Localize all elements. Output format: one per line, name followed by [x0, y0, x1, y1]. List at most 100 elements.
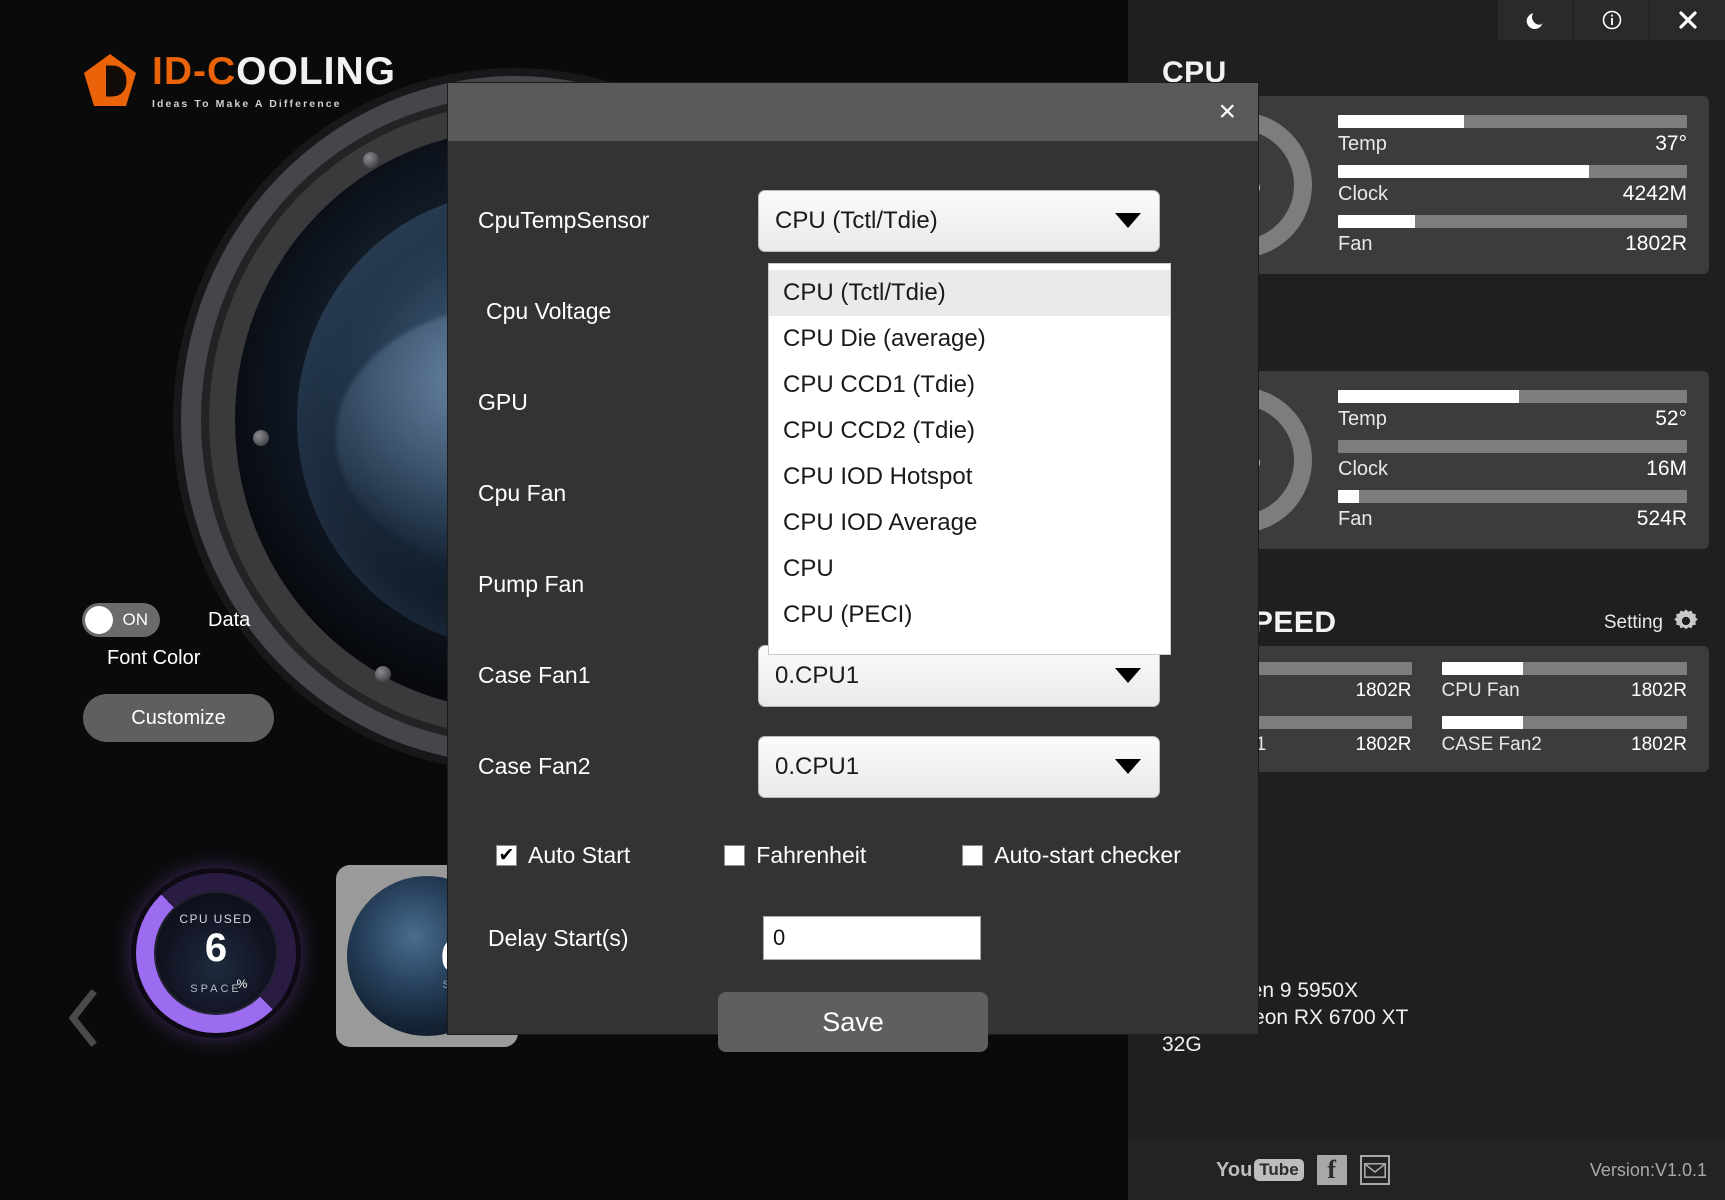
- data-label: Data: [208, 609, 250, 632]
- dropdown-option[interactable]: CPU Die (average): [769, 316, 1170, 362]
- gpu-metrics: Temp52° Clock16M Fan524R: [1338, 390, 1687, 531]
- toggle-state-label: ON: [123, 610, 149, 630]
- footer-bar: You Tube f Version:V1.0.1: [1128, 1140, 1725, 1200]
- case-fan2-label: Case Fan2: [478, 753, 758, 780]
- cpu-temp-sensor-dropdown[interactable]: CPU (Tctl/Tdie) CPU Die (average) CPU CC…: [768, 263, 1171, 655]
- case-fan1-label: Case Fan1: [478, 662, 758, 689]
- dropdown-option[interactable]: CPU: [769, 546, 1170, 592]
- case-fan2-select[interactable]: 0.CPU1: [758, 736, 1160, 798]
- email-icon[interactable]: [1360, 1155, 1390, 1185]
- cpu-metric-temp: Temp 37°: [1338, 115, 1687, 156]
- gpu-label: GPU: [478, 389, 758, 416]
- cpu-temp-value: 37°: [1655, 132, 1687, 156]
- youtube-you-text: You: [1216, 1159, 1252, 1182]
- gpu-clock-bar: [1338, 440, 1687, 453]
- dropdown-option[interactable]: CPU IOD Average: [769, 500, 1170, 546]
- gauge-unit: %: [237, 977, 248, 991]
- brand-wordmark-part3: LING: [299, 50, 396, 93]
- fahrenheit-checkbox-box: [724, 845, 745, 866]
- cpu-used-gauge-inner: CPU USED 6 % SPACE: [154, 891, 278, 1015]
- casefan2-bar: [1442, 716, 1688, 729]
- checkbox-row: ✔ Auto Start Fahrenheit Auto-start check…: [448, 820, 1258, 890]
- row-cpu-temp-sensor: CpuTempSensor CPU (Tctl/Tdie): [448, 175, 1258, 266]
- youtube-icon[interactable]: You Tube: [1216, 1159, 1304, 1182]
- social-links: You Tube f: [1216, 1155, 1390, 1185]
- delay-start-label: Delay Start(s): [478, 925, 763, 952]
- cpu-metrics: Temp37° Clock4242M Fan1802R: [1338, 115, 1687, 256]
- setting-button[interactable]: Setting: [1604, 608, 1699, 639]
- auto-start-checkbox[interactable]: ✔ Auto Start: [496, 842, 630, 869]
- info-icon[interactable]: [1574, 0, 1649, 40]
- cpufan-bar: [1442, 662, 1688, 675]
- dropdown-option[interactable]: CPU IOD Hotspot: [769, 454, 1170, 500]
- gpu-fan-value: 524R: [1637, 507, 1687, 531]
- customize-button[interactable]: Customize: [83, 694, 274, 742]
- data-toggle-switch[interactable]: ON: [82, 603, 160, 637]
- toggle-knob: [85, 606, 113, 634]
- brand-logo: ID-COOLING Ideas To Make A Difference: [82, 52, 396, 110]
- gauge-value: 6: [205, 928, 227, 968]
- prev-theme-arrow-icon[interactable]: [62, 985, 104, 1051]
- cpu-voltage-label: Cpu Voltage: [478, 298, 758, 325]
- theme-thumbnail-purple[interactable]: CPU USED 6 % SPACE: [128, 865, 304, 1041]
- chevron-down-icon: [1115, 759, 1141, 774]
- cpu-fan-label: Fan: [1338, 233, 1372, 256]
- auto-start-checker-checkbox[interactable]: Auto-start checker: [962, 842, 1181, 869]
- gpu-temp-bar: [1338, 390, 1687, 403]
- facebook-icon[interactable]: f: [1317, 1155, 1347, 1185]
- close-icon[interactable]: [1650, 0, 1725, 40]
- gpu-metric-clock: Clock16M: [1338, 440, 1687, 481]
- brand-wordmark-part1: ID-C: [152, 50, 236, 93]
- brand-logo-text: ID-COOLING Ideas To Make A Difference: [152, 52, 396, 110]
- gauge-bottom-label: SPACE: [190, 983, 241, 995]
- auto-start-checker-label: Auto-start checker: [994, 842, 1181, 869]
- fahrenheit-checkbox[interactable]: Fahrenheit: [724, 842, 866, 869]
- dialog-close-icon[interactable]: ×: [1218, 97, 1236, 127]
- cpu-temp-label: Temp: [1338, 133, 1387, 156]
- cpu-temp-bar: [1338, 115, 1687, 128]
- casefan2-value: 1802R: [1631, 734, 1687, 756]
- dropdown-option[interactable]: CPU (PECI): [769, 592, 1170, 638]
- cpufan-value: 1802R: [1631, 680, 1687, 702]
- dropdown-option[interactable]: CPU CCD1 (Tdie): [769, 362, 1170, 408]
- data-toggle-row: ON Data: [82, 603, 250, 637]
- moon-icon[interactable]: [1498, 0, 1573, 40]
- gpu-metric-fan: Fan 524R: [1338, 490, 1687, 531]
- dialog-body: CpuTempSensor CPU (Tctl/Tdie) Cpu Voltag…: [448, 141, 1258, 1034]
- dropdown-option[interactable]: CPU (Tctl/Tdie): [769, 270, 1170, 316]
- bolt-icon: [253, 430, 269, 446]
- cpu-metric-fan: Fan1802R: [1338, 215, 1687, 256]
- gpu-fan-label: Fan: [1338, 508, 1372, 531]
- brand-tagline: Ideas To Make A Difference: [152, 98, 396, 110]
- dropdown-option[interactable]: CPU CCD2 (Tdie): [769, 408, 1170, 454]
- delay-start-input[interactable]: [763, 916, 981, 960]
- save-button[interactable]: Save: [718, 992, 988, 1052]
- case-fan2-value: 0.CPU1: [775, 753, 859, 781]
- pump-value: 1802R: [1356, 680, 1412, 702]
- window-titlebar: [1498, 0, 1725, 40]
- cpu-fan-label: Cpu Fan: [478, 480, 758, 507]
- bolt-icon: [363, 152, 379, 168]
- chevron-down-icon: [1115, 668, 1141, 683]
- id-cooling-mark-icon: [82, 52, 138, 110]
- gear-icon: [1673, 608, 1699, 639]
- cpu-used-gauge: CPU USED 6 % SPACE: [136, 873, 296, 1033]
- cpu-fan-bar: [1338, 215, 1687, 228]
- pump-fan-label: Pump Fan: [478, 571, 758, 598]
- dialog-titlebar: ×: [448, 83, 1258, 141]
- delay-start-row: Delay Start(s): [448, 890, 1258, 986]
- fahrenheit-label: Fahrenheit: [756, 842, 866, 869]
- row-case-fan2: Case Fan2 0.CPU1: [448, 721, 1258, 812]
- app-window: ID-COOLING Ideas To Make A Difference ON…: [0, 0, 1725, 1200]
- fan-item: CPU Fan1802R: [1442, 662, 1688, 702]
- cpu-temp-sensor-label: CpuTempSensor: [478, 207, 758, 234]
- auto-start-checker-checkbox-box: [962, 845, 983, 866]
- fan-item: CASE Fan21802R: [1442, 716, 1688, 756]
- setting-label: Setting: [1604, 612, 1663, 634]
- bolt-icon: [375, 666, 391, 682]
- font-color-label: Font Color: [107, 647, 200, 670]
- casefan1-value: 1802R: [1356, 734, 1412, 756]
- cpu-temp-sensor-select[interactable]: CPU (Tctl/Tdie): [758, 190, 1160, 252]
- cpu-temp-sensor-value: CPU (Tctl/Tdie): [775, 207, 938, 235]
- brand-wordmark: ID-COOLING: [152, 52, 396, 91]
